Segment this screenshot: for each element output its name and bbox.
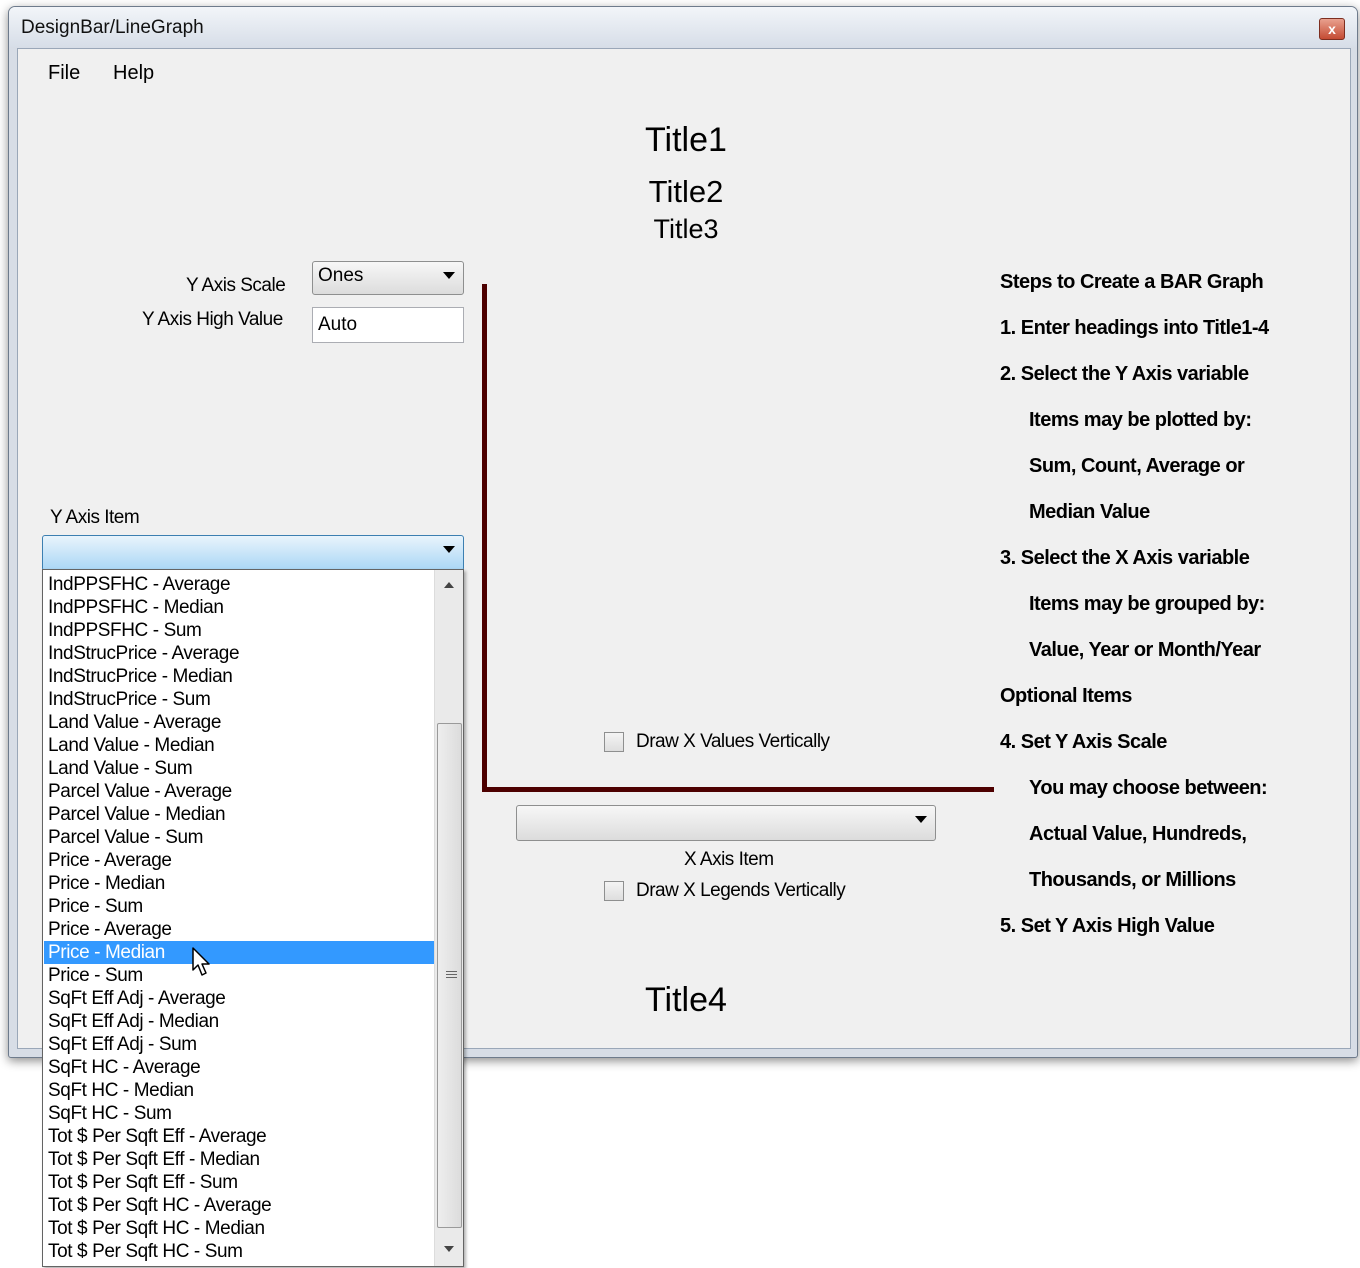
dropdown-list-item[interactable]: SqFt HC - Sum xyxy=(44,1102,434,1125)
dropdown-list-item[interactable]: IndStrucPrice - Average xyxy=(44,642,434,665)
dropdown-list-item[interactable]: Parcel Value - Sum xyxy=(44,826,434,849)
close-button[interactable]: x xyxy=(1319,18,1345,40)
steps-heading: Steps to Create a BAR Graph xyxy=(1000,271,1264,293)
step-2-detail-2: Sum, Count, Average or xyxy=(1029,455,1245,477)
step-4: 4. Set Y Axis Scale xyxy=(1000,731,1167,753)
menu-file[interactable]: File xyxy=(48,62,80,85)
step-2: 2. Select the Y Axis variable xyxy=(1000,363,1249,385)
chevron-down-icon xyxy=(443,272,455,279)
scroll-down-icon[interactable] xyxy=(444,1246,454,1252)
dropdown-list-item[interactable]: Tot $ Per Sqft HC - Median xyxy=(44,1217,434,1240)
dropdown-list-item[interactable]: Price - Sum xyxy=(44,895,434,918)
step-4-detail-2: Actual Value, Hundreds, xyxy=(1029,823,1247,845)
dropdown-list-item[interactable]: SqFt HC - Median xyxy=(44,1079,434,1102)
mouse-cursor-icon xyxy=(192,947,210,976)
dropdown-list-item[interactable]: IndPPSFHC - Median xyxy=(44,596,434,619)
step-5: 5. Set Y Axis High Value xyxy=(1000,915,1215,937)
dropdown-list-item[interactable]: SqFt Eff Adj - Median xyxy=(44,1010,434,1033)
draw-x-values-vertically-label: Draw X Values Vertically xyxy=(636,731,830,752)
dropdown-list-item[interactable]: Tot $ Per Sqft Eff - Median xyxy=(44,1148,434,1171)
draw-x-values-vertically-checkbox[interactable] xyxy=(604,732,624,752)
step-3-detail-2: Value, Year or Month/Year xyxy=(1029,639,1261,661)
title-bar[interactable]: DesignBar/LineGraph x xyxy=(9,7,1357,47)
y-axis-item-label: Y Axis Item xyxy=(50,507,140,528)
step-1: 1. Enter headings into Title1-4 xyxy=(1000,317,1269,339)
y-axis-high-value: Auto xyxy=(318,314,358,335)
y-axis-item-dropdown-list[interactable]: IndPPSFHC - Average IndPPSFHC - Median Ind… xyxy=(42,569,464,1267)
step-3-detail-1: Items may be grouped by: xyxy=(1029,593,1265,615)
title1: Title1 xyxy=(645,121,727,159)
scroll-up-icon[interactable] xyxy=(444,582,454,588)
y-axis-scale-value: Ones xyxy=(318,265,364,286)
dropdown-list-item[interactable]: IndStrucPrice - Sum xyxy=(44,688,434,711)
step-2-detail-3: Median Value xyxy=(1029,501,1150,523)
dropdown-list-item[interactable]: Parcel Value - Average xyxy=(44,780,434,803)
x-axis-item-label: X Axis Item xyxy=(684,849,774,870)
dropdown-list-item[interactable]: Price - Average xyxy=(44,849,434,872)
y-axis-high-input[interactable]: Auto xyxy=(312,307,464,343)
scroll-thumb[interactable] xyxy=(437,723,462,1228)
title2: Title2 xyxy=(648,174,724,209)
dropdown-list-item[interactable]: Land Value - Sum xyxy=(44,757,434,780)
dropdown-list-item[interactable]: SqFt Eff Adj - Average xyxy=(44,987,434,1010)
x-axis-item-select[interactable] xyxy=(516,805,936,841)
y-axis-high-label: Y Axis High Value xyxy=(142,309,283,330)
step-3: 3. Select the X Axis variable xyxy=(1000,547,1250,569)
dropdown-list-item[interactable]: SqFt HC - Average xyxy=(44,1056,434,1079)
dropdown-list-item[interactable]: Land Value - Median xyxy=(44,734,434,757)
close-icon: x xyxy=(1328,21,1336,37)
dropdown-list-item[interactable]: Price - Sum xyxy=(44,964,434,987)
dropdown-list-item[interactable]: Parcel Value - Median xyxy=(44,803,434,826)
chevron-down-icon xyxy=(443,546,455,553)
y-axis-item-select[interactable] xyxy=(42,535,464,571)
chevron-down-icon xyxy=(915,816,927,823)
optional-items-heading: Optional Items xyxy=(1000,685,1132,707)
step-4-detail-1: You may choose between: xyxy=(1029,777,1268,799)
dropdown-list-item[interactable]: IndPPSFHC - Average xyxy=(44,573,434,596)
dropdown-list-item[interactable]: Land Value - Average xyxy=(44,711,434,734)
dropdown-list-item[interactable]: IndPPSFHC - Sum xyxy=(44,619,434,642)
window-title: DesignBar/LineGraph xyxy=(21,17,204,38)
dropdown-list-item[interactable]: SqFt Eff Adj - Sum xyxy=(44,1033,434,1056)
dropdown-list-item[interactable]: Tot $ Per Sqft HC - Average xyxy=(44,1194,434,1217)
y-axis-scale-select[interactable]: Ones xyxy=(312,261,464,295)
x-axis-line xyxy=(482,787,994,792)
title4: Title4 xyxy=(645,981,727,1019)
dropdown-list-item[interactable]: Tot $ Per Sqft Eff - Sum xyxy=(44,1171,434,1194)
y-axis-scale-label: Y Axis Scale xyxy=(186,275,286,296)
title3: Title3 xyxy=(653,214,719,244)
dropdown-scrollbar[interactable] xyxy=(434,570,463,1266)
dropdown-list-item[interactable]: IndStrucPrice - Median xyxy=(44,665,434,688)
step-4-detail-3: Thousands, or Millions xyxy=(1029,869,1236,891)
draw-x-legends-vertically-checkbox[interactable] xyxy=(604,881,624,901)
draw-x-legends-vertically-label: Draw X Legends Vertically xyxy=(636,880,846,901)
step-2-detail-1: Items may be plotted by: xyxy=(1029,409,1252,431)
y-axis-line xyxy=(482,284,487,792)
dropdown-list-item[interactable]: Price - Median xyxy=(44,872,434,895)
dropdown-list-item[interactable]: Tot $ Per Sqft Eff - Average xyxy=(44,1125,434,1148)
dropdown-list-item[interactable]: Price - Average xyxy=(44,918,434,941)
dropdown-list-item[interactable]: Tot $ Per Sqft HC - Sum xyxy=(44,1240,434,1263)
menu-help[interactable]: Help xyxy=(113,62,154,85)
menu-bar: File Help xyxy=(18,49,1350,95)
dropdown-list-item[interactable]: Price - Median xyxy=(44,941,434,964)
